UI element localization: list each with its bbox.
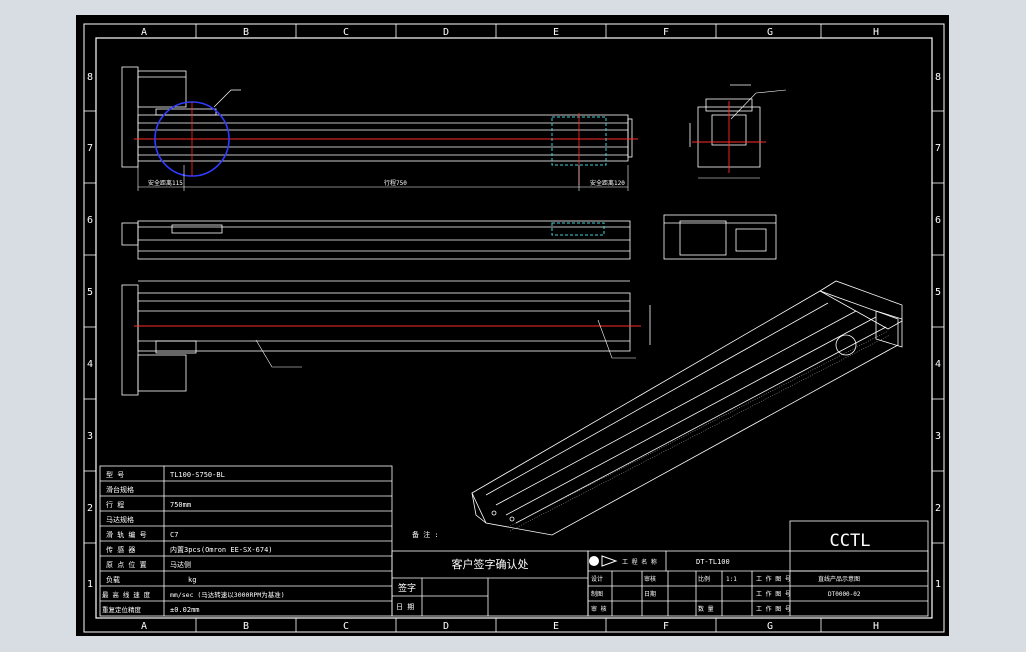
product-description: 直线产品示意图 (818, 575, 860, 583)
section-view (663, 214, 777, 260)
spec-label-9: 最 高 线 速 度 (102, 590, 151, 599)
col-label-bottom-e: E (553, 621, 559, 632)
dim-safety-left: 安全距离115 (148, 179, 183, 187)
top-view (121, 280, 651, 396)
spec-label-3: 行 程 (106, 500, 124, 509)
spec-value-10: ±0.02mm (170, 606, 200, 614)
side-view (121, 220, 631, 260)
model-number: DT-TL100 (696, 558, 730, 566)
spec-value-5: C7 (170, 531, 178, 539)
col-label-bottom-f: F (663, 621, 669, 632)
title-block (587, 520, 929, 617)
col-label-top-a: A (141, 27, 147, 38)
col-label-top-b: B (243, 27, 249, 38)
spec-label-10: 重复定位精度 (102, 605, 142, 614)
company-logo-icon (589, 555, 618, 567)
tb-row2-a: 制图 (591, 590, 603, 598)
row-label-right-5: 5 (935, 287, 941, 298)
drawing-number: DT0000-02 (828, 591, 861, 598)
spec-value-3: 750mm (170, 501, 191, 509)
col-label-bottom-c: C (343, 621, 349, 632)
row-label-left-8: 8 (87, 72, 93, 83)
col-label-top-g: G (767, 27, 773, 38)
tb-row2-c: 工 作 图 号 (756, 590, 791, 598)
spec-value-6: 内置3pcs(Omron EE-SX-674) (170, 545, 273, 554)
row-label-left-3: 3 (87, 431, 93, 442)
tb-row3-c: 工 作 图 号 (756, 605, 791, 613)
row-label-right-4: 4 (935, 359, 941, 370)
confirm-sign-label: 签字 (398, 582, 416, 594)
row-label-right-2: 2 (935, 503, 941, 514)
confirm-title: 客户签字确认处 (452, 557, 529, 571)
spec-label-4: 马达规格 (106, 515, 134, 524)
spec-label-6: 传 感 器 (106, 545, 135, 554)
col-label-bottom-d: D (443, 621, 449, 632)
row-label-left-2: 2 (87, 503, 93, 514)
tb-row1-e: 工 作 图 号 (756, 575, 791, 583)
col-label-top-h: H (873, 27, 879, 38)
tb-row1-c: 比例 (698, 575, 710, 583)
spec-label-8: 负载 (106, 575, 120, 584)
cad-drawing: A B C D E F G H A B C D E F G H 8 7 6 5 … (83, 23, 945, 633)
dim-safety-right: 安全距离120 (590, 179, 625, 187)
col-label-top-c: C (343, 27, 349, 38)
dim-stroke: 行程750 (384, 179, 407, 187)
row-label-right-1: 1 (935, 579, 941, 590)
spec-label-2: 滑台规格 (106, 485, 134, 494)
tb-row1-d: 1:1 (726, 576, 737, 583)
row-label-left-6: 6 (87, 215, 93, 226)
row-label-right-7: 7 (935, 143, 941, 154)
col-label-bottom-h: H (873, 621, 879, 632)
spec-label-1: 型 号 (106, 470, 124, 479)
tb-row1-a: 设计 (591, 575, 603, 583)
row-label-left-1: 1 (87, 579, 93, 590)
tb-row3-a: 审 核 (591, 605, 607, 613)
col-label-bottom-g: G (767, 621, 773, 632)
confirm-date-label: 日 期 (396, 603, 414, 611)
row-label-left-5: 5 (87, 287, 93, 298)
inner-border (95, 37, 933, 619)
isometric-view (471, 280, 903, 536)
end-view (689, 84, 761, 168)
brand-logo-text: CCTL (830, 531, 871, 551)
tb-row1-b: 审核 (644, 575, 656, 583)
spec-value-9: mm/sec (马达转速以3000RPM为基准) (170, 590, 285, 599)
spec-label-5: 滑 轨 编 号 (106, 530, 147, 539)
row-label-left-7: 7 (87, 143, 93, 154)
row-label-right-8: 8 (935, 72, 941, 83)
tb-row2-b: 日期 (644, 590, 656, 598)
col-label-bottom-a: A (141, 621, 147, 632)
row-label-right-3: 3 (935, 431, 941, 442)
front-view (121, 66, 633, 168)
col-label-top-d: D (443, 27, 449, 38)
project-label: 工 程 名 称 (622, 558, 657, 566)
col-label-top-e: E (553, 27, 559, 38)
spec-value-7: 马达侧 (170, 560, 191, 569)
row-label-left-4: 4 (87, 359, 93, 370)
spec-label-7: 原 点 位 置 (106, 560, 147, 569)
drawing-sheet: A B C D E F G H A B C D E F G H 8 7 6 5 … (76, 15, 949, 636)
spec-value-1: TL100-S750-BL (170, 471, 225, 479)
row-label-right-6: 6 (935, 215, 941, 226)
note-label: 备 注 : (412, 530, 439, 539)
spec-value-8: kg (188, 576, 196, 584)
tb-row3-b: 数 量 (698, 605, 714, 613)
col-label-bottom-b: B (243, 621, 249, 632)
col-label-top-f: F (663, 27, 669, 38)
carriage-side-hidden (551, 222, 605, 236)
